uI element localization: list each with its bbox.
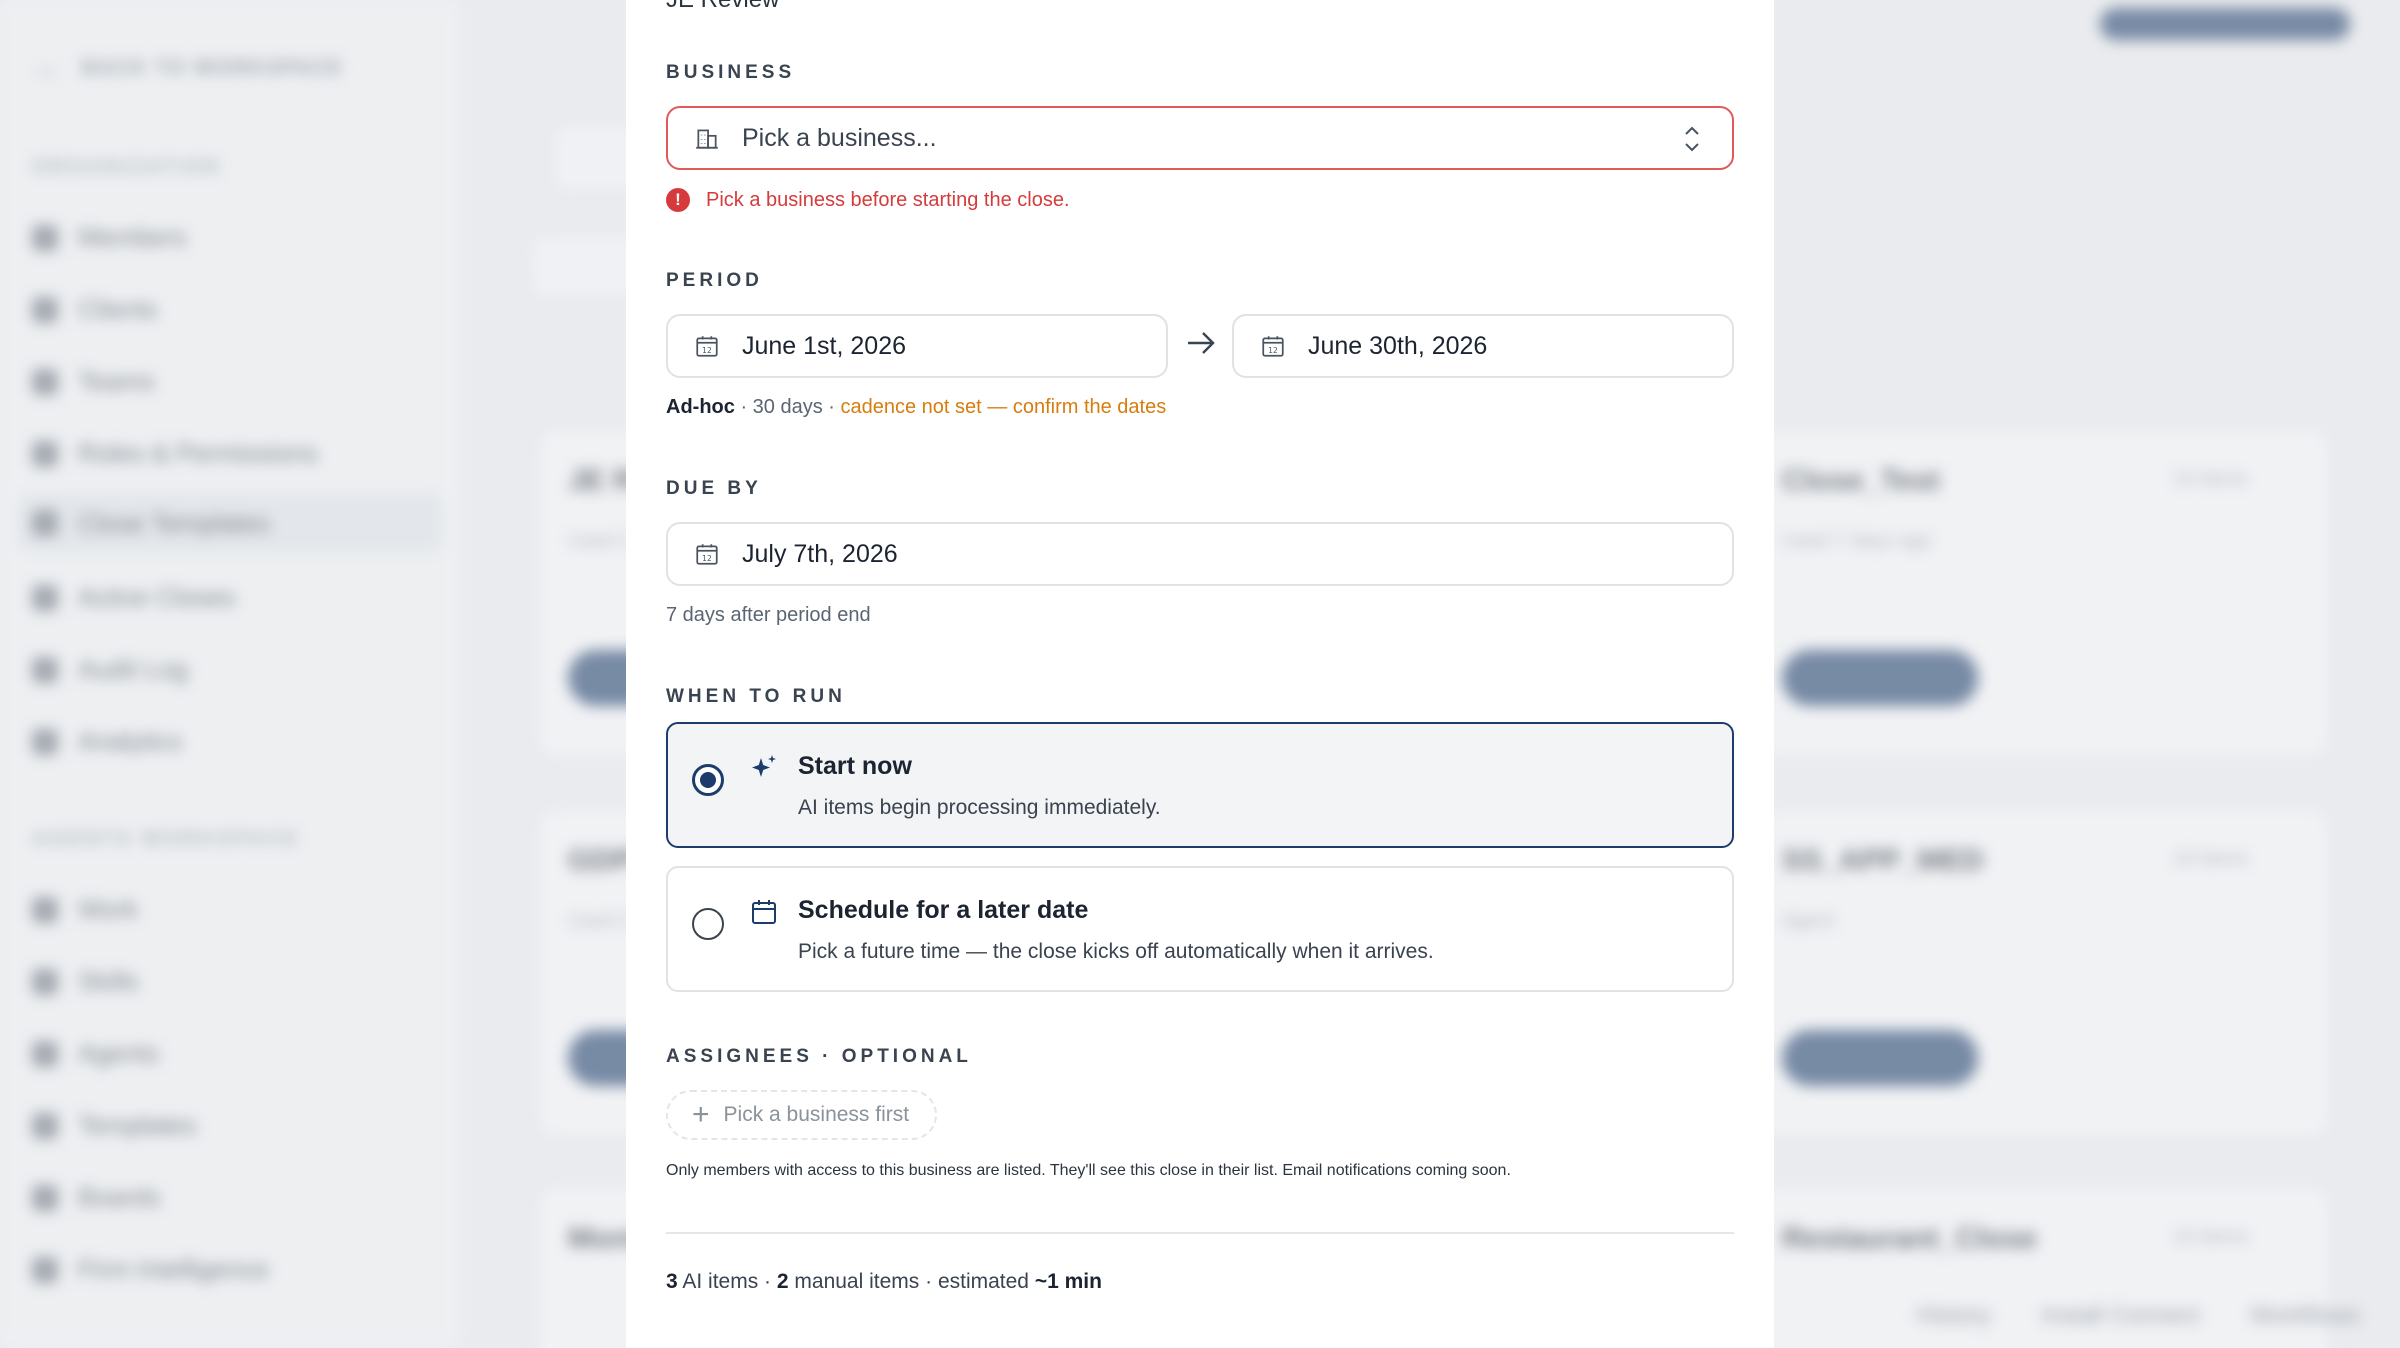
period-label: PERIOD [666, 270, 763, 291]
calendar-icon: 12 [696, 544, 718, 565]
template-card[interactable]: Close_Test Used 7 days ago 10 items [1752, 428, 2330, 758]
teams-icon [32, 368, 58, 395]
option-start-now[interactable]: Start now AI items begin processing imme… [666, 722, 1734, 848]
building-icon [696, 129, 718, 149]
start-close-button[interactable] [1782, 650, 1978, 706]
sidebar-item[interactable]: Boards [32, 1182, 160, 1213]
period-meta: Ad-hoc · 30 days · cadence not set — con… [666, 396, 1167, 418]
cadence-warning: cadence not set — confirm the dates [840, 396, 1167, 418]
schedule-later-radio[interactable] [692, 908, 724, 940]
template-card[interactable]: SS_APP_MED Agent 10 items [1752, 808, 2330, 1138]
sidebar-item[interactable]: Work [32, 894, 138, 925]
back-arrow-icon: ← [34, 52, 64, 83]
business-select[interactable]: Pick a business... [666, 106, 1734, 170]
sidebar-item[interactable]: Analytics [32, 726, 182, 757]
templates-icon [32, 510, 58, 536]
calendar-icon [752, 900, 776, 924]
alert-icon: ! [666, 188, 690, 212]
svg-text:12: 12 [702, 346, 712, 355]
calendar-icon: 12 [696, 336, 718, 357]
when-to-run-label: WHEN TO RUN [666, 686, 846, 707]
footer-links: History Install Connect Workflows [1916, 1302, 2360, 1329]
templates-icon [32, 1112, 58, 1139]
add-assignee-button[interactable]: + Pick a business first [666, 1090, 938, 1140]
option-schedule-later[interactable]: Schedule for a later date Pick a future … [666, 866, 1734, 992]
members-icon [32, 224, 58, 251]
svg-text:12: 12 [702, 554, 712, 563]
sidebar-item[interactable]: Roles & Permissions [32, 438, 318, 469]
modal-subtitle: JE Review [666, 0, 779, 14]
sidebar-item[interactable]: Active Closes [32, 582, 236, 613]
assignees-note: Only members with access to this busines… [666, 1162, 1511, 1179]
clients-icon [32, 296, 58, 323]
start-now-radio[interactable] [692, 764, 724, 796]
sidebar-item[interactable]: Firm Intelligence [32, 1254, 269, 1285]
sidebar-item[interactable]: Audit Log [32, 654, 188, 685]
assignees-label: ASSIGNEES · OPTIONAL [666, 1046, 972, 1067]
chevron-up-down-icon [1685, 126, 1699, 152]
sidebar-item[interactable]: Teams [32, 366, 155, 397]
start-close-button[interactable] [1782, 1030, 1978, 1086]
items-summary: 3 AI items · 2 manual items · estimated … [666, 1270, 1102, 1293]
arrow-right-icon [1188, 332, 1215, 354]
business-error: ! Pick a business before starting the cl… [666, 188, 1070, 212]
back-to-workspace-link[interactable]: ← BACK TO WORKSPACE [34, 52, 343, 84]
org-section-title: ORGANIZATION [32, 156, 221, 178]
sidebar-item[interactable]: Members [32, 222, 186, 253]
audit-icon [32, 656, 58, 683]
agents-icon [32, 1040, 58, 1067]
period-start-date[interactable]: 12 June 1st, 2026 [666, 314, 1168, 378]
sidebar: ← BACK TO WORKSPACE ORGANIZATION Members… [0, 0, 460, 1348]
sparkle-icon [752, 755, 776, 777]
intelligence-icon [32, 1256, 58, 1283]
period-end-date[interactable]: 12 June 30th, 2026 [1232, 314, 1734, 378]
sidebar-item-active[interactable]: Close Templates [18, 494, 442, 552]
start-close-modal: JE Review BUSINESS Pick a business... ! … [626, 0, 1774, 1348]
work-icon [32, 896, 58, 923]
skills-icon [32, 968, 58, 995]
analytics-icon [32, 728, 58, 755]
sidebar-item[interactable]: Skills [32, 966, 139, 997]
agents-section-title: AGENTS WORKSPACE [32, 828, 300, 850]
sidebar-item[interactable]: Agents [32, 1038, 159, 1069]
calendar-icon: 12 [1262, 336, 1284, 357]
active-closes-icon [32, 584, 58, 611]
business-placeholder: Pick a business... [742, 123, 937, 152]
top-action-button[interactable] [2100, 8, 2350, 40]
due-by-label: DUE BY [666, 478, 762, 499]
due-hint: 7 days after period end [666, 604, 871, 626]
sidebar-item[interactable]: Clients [32, 294, 157, 325]
plus-icon: + [692, 1098, 710, 1131]
svg-text:12: 12 [1268, 346, 1278, 355]
sidebar-item[interactable]: Templates [32, 1110, 197, 1141]
roles-icon [32, 440, 58, 467]
divider [666, 1232, 1734, 1234]
due-date-field[interactable]: 12 July 7th, 2026 [666, 522, 1734, 586]
business-label: BUSINESS [666, 62, 796, 83]
boards-icon [32, 1184, 58, 1211]
